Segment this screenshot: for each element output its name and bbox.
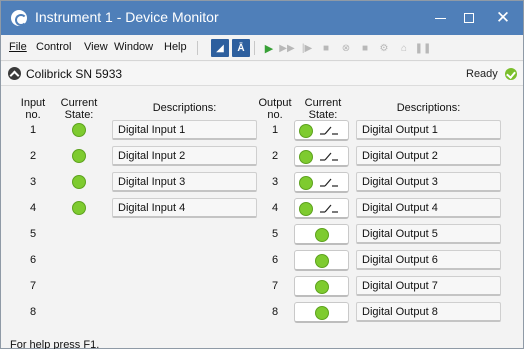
output-number: 2 — [271, 150, 279, 162]
step-icon[interactable]: |▶ — [298, 39, 316, 57]
output-number: 5 — [271, 228, 279, 240]
output-toggle-button[interactable] — [294, 198, 349, 219]
output-number: 8 — [271, 306, 279, 318]
relay-switch-icon — [320, 126, 338, 135]
maximize-button[interactable] — [450, 1, 488, 35]
device-name: Colibrick SN 5933 — [26, 67, 123, 81]
output-number: 7 — [271, 280, 279, 292]
status-text: For help press F1. — [10, 339, 100, 349]
output-state-led — [315, 306, 329, 320]
input-description-field[interactable]: Digital Input 2 — [112, 146, 257, 166]
output-toggle-button[interactable] — [294, 120, 349, 141]
output-toggle-button[interactable] — [294, 172, 349, 193]
input-number: 6 — [29, 254, 37, 266]
output-number: 6 — [271, 254, 279, 266]
menu-help[interactable]: Help — [164, 41, 187, 53]
toolbar-separator — [197, 41, 198, 55]
output-description-field[interactable]: Digital Output 5 — [356, 224, 501, 244]
input-number: 4 — [29, 202, 37, 214]
input-state-led — [72, 201, 86, 215]
output-description-field[interactable]: Digital Output 7 — [356, 276, 501, 296]
output-description-field[interactable]: Digital Output 1 — [356, 120, 501, 140]
play-icon[interactable]: ▶ — [260, 39, 278, 57]
output-description-field[interactable]: Digital Output 4 — [356, 198, 501, 218]
output-toggle-button[interactable] — [294, 302, 349, 323]
relay-switch-icon — [320, 178, 338, 187]
menu-control[interactable]: Control — [36, 41, 71, 53]
output-number: 3 — [271, 176, 279, 188]
device-header: Colibrick SN 5933 Ready — [1, 62, 523, 86]
input-desc-header: Descriptions: — [152, 102, 217, 114]
minimize-icon — [434, 17, 446, 19]
input-state-header: Current State: — [60, 97, 98, 121]
output-state-led — [315, 228, 329, 242]
output-description-field[interactable]: Digital Output 3 — [356, 172, 501, 192]
camera-icon[interactable]: ■ — [317, 39, 335, 57]
spectrum-icon[interactable]: Ā — [232, 39, 250, 57]
output-description-field[interactable]: Digital Output 6 — [356, 250, 501, 270]
input-state-led — [72, 175, 86, 189]
ready-check-icon — [505, 68, 517, 80]
title-bar[interactable]: Instrument 1 - Device Monitor ✕ — [1, 1, 523, 35]
status-bar: For help press F1. — [1, 332, 523, 349]
input-number: 7 — [29, 280, 37, 292]
antenna-icon[interactable]: ⌂ — [395, 39, 413, 57]
input-state-led — [72, 149, 86, 163]
output-description-field[interactable]: Digital Output 2 — [356, 146, 501, 166]
output-toggle-button[interactable] — [294, 276, 349, 297]
menu-view[interactable]: View — [84, 41, 108, 53]
output-state-led — [299, 124, 313, 138]
menu-file[interactable]: File — [9, 41, 27, 53]
input-state-led — [72, 123, 86, 137]
close-icon: ✕ — [495, 8, 511, 27]
input-number: 5 — [29, 228, 37, 240]
stop-circle-icon[interactable]: ⊗ — [337, 39, 355, 57]
relay-switch-icon — [320, 204, 338, 213]
output-description-field[interactable]: Digital Output 8 — [356, 302, 501, 322]
toolbar-separator — [254, 41, 255, 55]
window-title: Instrument 1 - Device Monitor — [35, 9, 219, 25]
device-monitor-window: Instrument 1 - Device Monitor ✕ File Con… — [0, 0, 524, 349]
output-state-led — [299, 176, 313, 190]
device-status-label: Ready — [466, 68, 498, 80]
menu-bar: File Control View Window Help ◢ Ā ▶ ▶▶ |… — [1, 35, 523, 61]
measure-icon[interactable]: ◢ — [211, 39, 229, 57]
output-state-header: Current State: — [304, 97, 342, 121]
output-no-header: Output no. — [258, 97, 292, 121]
maximize-icon — [464, 13, 474, 23]
input-number: 2 — [29, 150, 37, 162]
close-button[interactable]: ✕ — [484, 1, 522, 35]
settings-icon[interactable]: ⚙ — [375, 39, 393, 57]
output-toggle-button[interactable] — [294, 146, 349, 167]
output-toggle-button[interactable] — [294, 224, 349, 245]
input-number: 1 — [29, 124, 37, 136]
input-number: 3 — [29, 176, 37, 188]
stop-icon[interactable]: ■ — [356, 39, 374, 57]
pause-icon[interactable]: ❚❚ — [414, 39, 432, 57]
output-state-led — [299, 150, 313, 164]
output-toggle-button[interactable] — [294, 250, 349, 271]
output-number: 4 — [271, 202, 279, 214]
io-panel: Input no. Current State: Descriptions: Out… — [1, 87, 523, 332]
collapse-icon[interactable] — [8, 67, 21, 80]
input-no-header: Input no. — [20, 97, 46, 121]
output-state-led — [299, 202, 313, 216]
input-description-field[interactable]: Digital Input 3 — [112, 172, 257, 192]
input-number: 8 — [29, 306, 37, 318]
input-description-field[interactable]: Digital Input 4 — [112, 198, 257, 218]
fast-forward-icon[interactable]: ▶▶ — [278, 39, 296, 57]
app-logo-icon — [11, 10, 27, 26]
relay-switch-icon — [320, 152, 338, 161]
input-description-field[interactable]: Digital Input 1 — [112, 120, 257, 140]
output-state-led — [315, 280, 329, 294]
output-number: 1 — [271, 124, 279, 136]
output-desc-header: Descriptions: — [396, 102, 461, 114]
output-state-led — [315, 254, 329, 268]
menu-window[interactable]: Window — [114, 41, 153, 53]
